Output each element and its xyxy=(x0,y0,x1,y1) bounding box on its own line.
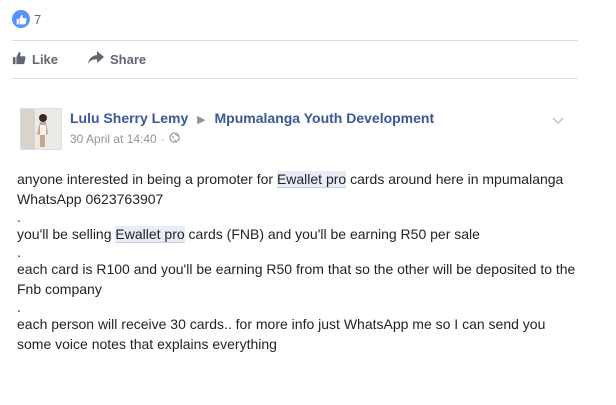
dot-separator: . xyxy=(17,299,21,315)
post-paragraph: each card is R100 and you'll be earning … xyxy=(17,261,576,297)
like-button[interactable]: Like xyxy=(12,51,58,68)
post-header: Lulu Sherry Lemy ▶ Mpumalanga Youth Deve… xyxy=(20,108,580,152)
caret-right-icon: ▶ xyxy=(197,114,206,126)
post-paragraph: anyone interested in being a promoter fo… xyxy=(17,171,564,207)
post-menu-chevron-down-icon[interactable] xyxy=(552,112,564,130)
reaction-count: 7 xyxy=(34,11,42,27)
divider xyxy=(12,78,578,79)
author-name[interactable]: Lulu Sherry Lemy xyxy=(70,110,188,126)
share-button[interactable]: Share xyxy=(88,50,147,68)
hashtag-link[interactable]: Ewallet pro xyxy=(276,171,347,188)
post-meta: 30 April at 14:40 · xyxy=(70,132,180,146)
timestamp[interactable]: 30 April at 14:40 xyxy=(70,132,157,146)
like-label: Like xyxy=(32,51,59,67)
action-bar: Like Share xyxy=(12,50,176,68)
group-name[interactable]: Mpumalanga Youth Development xyxy=(215,110,435,126)
share-arrow-icon xyxy=(88,50,110,68)
globe-icon[interactable] xyxy=(169,132,180,146)
dot-separator: . xyxy=(17,209,21,225)
avatar[interactable] xyxy=(20,108,62,150)
post-paragraph: you'll be selling Ewallet pro cards (FNB… xyxy=(17,226,480,243)
thumbs-up-icon xyxy=(12,51,32,68)
post-author-line: Lulu Sherry Lemy ▶ Mpumalanga Youth Deve… xyxy=(70,110,434,126)
divider xyxy=(12,40,578,41)
hashtag-link[interactable]: Ewallet pro xyxy=(115,226,185,243)
meta-separator: · xyxy=(160,132,165,146)
dot-separator: . xyxy=(17,244,21,260)
post-paragraph: each person will receive 30 cards.. for … xyxy=(17,316,546,352)
share-label: Share xyxy=(110,51,147,67)
like-reaction-icon xyxy=(12,10,30,28)
post-body: anyone interested in being a promoter fo… xyxy=(17,169,577,354)
reactions-summary[interactable]: 7 xyxy=(12,10,41,28)
